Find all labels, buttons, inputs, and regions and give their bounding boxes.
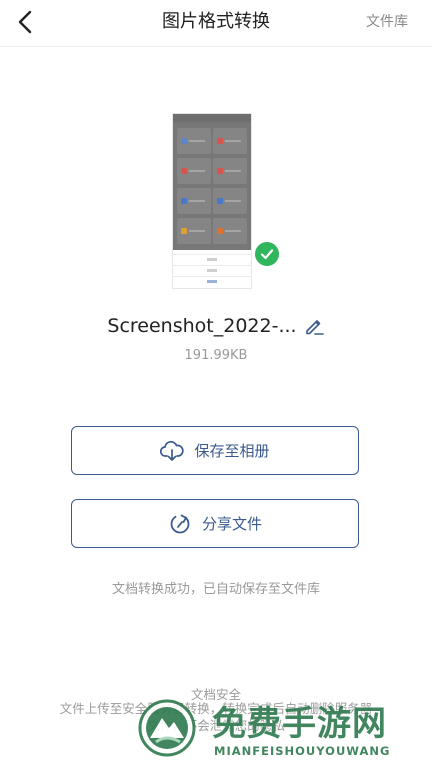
top-bar: 图片格式转换 文件库 (0, 0, 432, 47)
filename-row: Screenshot_2022-... (0, 311, 432, 341)
preview-grid (173, 122, 251, 250)
file-name: Screenshot_2022-... (107, 315, 297, 337)
success-check-icon (253, 240, 281, 268)
preview-divider (173, 265, 251, 266)
share-file-label: 分享文件 (201, 515, 262, 533)
save-to-album-button[interactable]: 保存至相册 (71, 426, 359, 475)
share-file-button[interactable]: 分享文件 (71, 499, 359, 548)
preview-statusbar (173, 114, 251, 122)
preview-text (207, 258, 217, 261)
preview-tile (177, 188, 211, 214)
preview-tile (177, 218, 211, 244)
preview-divider (173, 254, 251, 255)
preview-tile (177, 158, 211, 184)
file-library-link[interactable]: 文件库 (366, 0, 408, 44)
file-preview-thumbnail (172, 113, 252, 289)
preview-tile (213, 218, 247, 244)
edit-pencil-icon[interactable] (303, 315, 325, 337)
save-to-album-label: 保存至相册 (194, 442, 270, 460)
preview-text (207, 269, 217, 272)
preview-divider (173, 276, 251, 277)
watermark-subtitle: MIANFEISHOUYOUWANG (214, 744, 391, 758)
watermark-logo-icon (138, 699, 196, 757)
preview-text (207, 280, 217, 283)
conversion-status-message: 文档转换成功，已自动保存至文件库 (111, 582, 320, 597)
preview-tile (213, 158, 247, 184)
cloud-download-icon (160, 439, 185, 463)
watermark-title: 免费手游网 (212, 704, 387, 744)
preview-tile (213, 188, 247, 214)
file-size: 191.99KB (184, 348, 248, 363)
site-watermark: 免费手游网 MIANFEISHOUYOUWANG (134, 694, 424, 764)
refresh-share-icon (168, 512, 192, 536)
preview-tile (213, 128, 247, 154)
preview-tile (177, 128, 211, 154)
